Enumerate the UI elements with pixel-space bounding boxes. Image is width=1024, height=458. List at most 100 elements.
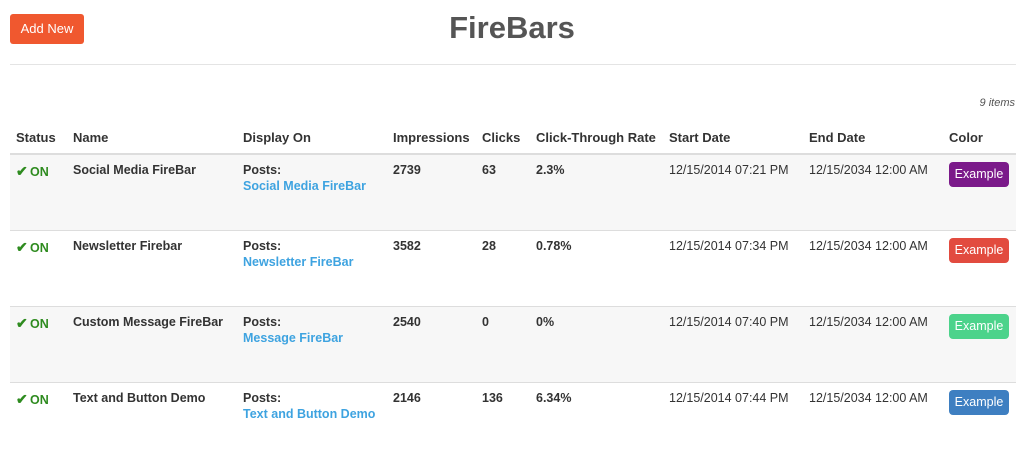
ctr-cell: 6.34%	[530, 381, 663, 458]
col-color[interactable]: Color	[943, 122, 1016, 155]
ctr-value: 2.3%	[536, 163, 565, 177]
name-cell: Newsletter Firebar	[67, 229, 237, 306]
status-cell: ✔ ON	[10, 229, 67, 306]
display-on-cell: Posts: Social Media FireBar	[237, 153, 387, 230]
status-cell: ✔ ON	[10, 381, 67, 458]
impressions-value: 2146	[393, 390, 421, 405]
status-text: ON	[30, 392, 49, 407]
status-cell: ✔ ON	[10, 305, 67, 382]
col-status[interactable]: Status	[10, 122, 67, 155]
clicks-value: 63	[482, 163, 496, 177]
col-name[interactable]: Name	[67, 122, 237, 155]
status-text: ON	[30, 165, 49, 179]
col-end-date[interactable]: End Date	[803, 122, 943, 155]
start-date-value: 12/15/2014 07:34 PM	[669, 238, 789, 253]
checkmark-icon: ✔	[16, 390, 28, 407]
impressions-cell: 2540	[387, 305, 476, 382]
start-date-value: 12/15/2014 07:40 PM	[669, 314, 789, 329]
post-link[interactable]: Message FireBar	[243, 331, 387, 345]
impressions-cell: 2739	[387, 153, 476, 230]
firebars-table: Status Name Display On Impressions Click…	[10, 122, 1016, 458]
clicks-cell: 28	[476, 229, 530, 306]
display-on-cell: Posts: Newsletter FireBar	[237, 229, 387, 306]
color-cell: Example	[943, 381, 1016, 458]
end-date-cell: 12/15/2034 12:00 AM	[803, 305, 943, 382]
header-divider	[10, 64, 1016, 65]
status-badge[interactable]: ✔ ON	[16, 163, 49, 179]
status-cell: ✔ ON	[10, 153, 67, 230]
ctr-cell: 0.78%	[530, 229, 663, 306]
impressions-cell: 3582	[387, 229, 476, 306]
color-example-button[interactable]: Example	[949, 389, 1009, 415]
col-start-date[interactable]: Start Date	[663, 122, 803, 155]
table-row[interactable]: ✔ ON Custom Message FireBar Posts: Messag…	[10, 305, 1016, 382]
col-ctr[interactable]: Click-Through Rate	[530, 122, 663, 155]
firebar-name: Custom Message FireBar	[73, 314, 224, 329]
end-date-value: 12/15/2034 12:00 AM	[809, 238, 928, 253]
ctr-value: 6.34%	[536, 390, 572, 405]
table-header-row: Status Name Display On Impressions Click…	[10, 122, 1016, 155]
end-date-value: 12/15/2034 12:00 AM	[809, 390, 928, 405]
end-date-cell: 12/15/2034 12:00 AM	[803, 381, 943, 458]
status-badge[interactable]: ✔ ON	[16, 314, 49, 331]
page-title: FireBars	[449, 10, 575, 45]
display-on-cell: Posts: Text and Button Demo	[237, 381, 387, 458]
post-link[interactable]: Social Media FireBar	[243, 179, 387, 193]
posts-label: Posts:	[243, 163, 282, 177]
firebar-name: Social Media FireBar	[73, 163, 196, 177]
color-example-button[interactable]: Example	[949, 162, 1009, 187]
checkmark-icon: ✔	[16, 238, 28, 255]
firebar-name: Newsletter Firebar	[73, 238, 183, 253]
checkmark-icon: ✔	[16, 314, 28, 331]
clicks-value: 136	[482, 390, 503, 405]
table-row[interactable]: ✔ ON Newsletter Firebar Posts: Newsletter…	[10, 229, 1016, 306]
status-text: ON	[30, 240, 49, 255]
start-date-cell: 12/15/2014 07:40 PM	[663, 305, 803, 382]
table-row[interactable]: ✔ ON Text and Button Demo Posts: Text and…	[10, 381, 1016, 458]
color-example-button[interactable]: Example	[949, 237, 1009, 263]
post-link[interactable]: Newsletter FireBar	[243, 255, 387, 269]
color-cell: Example	[943, 305, 1016, 382]
name-cell: Custom Message FireBar	[67, 305, 237, 382]
table-row[interactable]: ✔ ON Social Media FireBar Posts: Social M…	[10, 153, 1016, 230]
start-date-value: 12/15/2014 07:21 PM	[669, 163, 789, 177]
firebar-name: Text and Button Demo	[73, 390, 206, 405]
start-date-cell: 12/15/2014 07:44 PM	[663, 381, 803, 458]
start-date-cell: 12/15/2014 07:34 PM	[663, 229, 803, 306]
start-date-value: 12/15/2014 07:44 PM	[669, 390, 789, 405]
end-date-value: 12/15/2034 12:00 AM	[809, 163, 928, 177]
posts-label: Posts:	[243, 238, 282, 253]
ctr-value: 0.78%	[536, 238, 572, 253]
color-example-button[interactable]: Example	[949, 313, 1009, 339]
posts-label: Posts:	[243, 390, 282, 405]
impressions-value: 2540	[393, 314, 421, 329]
item-count: 9 items	[979, 97, 1015, 109]
clicks-value: 0	[482, 314, 489, 329]
ctr-value: 0%	[536, 314, 555, 329]
status-badge[interactable]: ✔ ON	[16, 238, 49, 255]
ctr-cell: 2.3%	[530, 153, 663, 230]
col-clicks[interactable]: Clicks	[476, 122, 530, 155]
end-date-cell: 12/15/2034 12:00 AM	[803, 229, 943, 306]
col-display-on[interactable]: Display On	[237, 122, 387, 155]
posts-label: Posts:	[243, 314, 282, 329]
clicks-value: 28	[482, 238, 496, 253]
post-link[interactable]: Text and Button Demo	[243, 407, 387, 421]
name-cell: Social Media FireBar	[67, 153, 237, 230]
impressions-value: 3582	[393, 238, 421, 253]
impressions-value: 2739	[393, 163, 421, 177]
status-text: ON	[30, 316, 49, 331]
status-badge[interactable]: ✔ ON	[16, 390, 49, 407]
clicks-cell: 63	[476, 153, 530, 230]
start-date-cell: 12/15/2014 07:21 PM	[663, 153, 803, 230]
name-cell: Text and Button Demo	[67, 381, 237, 458]
end-date-value: 12/15/2034 12:00 AM	[809, 314, 928, 329]
color-cell: Example	[943, 229, 1016, 306]
col-impressions[interactable]: Impressions	[387, 122, 476, 155]
end-date-cell: 12/15/2034 12:00 AM	[803, 153, 943, 230]
ctr-cell: 0%	[530, 305, 663, 382]
clicks-cell: 0	[476, 305, 530, 382]
color-cell: Example	[943, 153, 1016, 230]
impressions-cell: 2146	[387, 381, 476, 458]
clicks-cell: 136	[476, 381, 530, 458]
